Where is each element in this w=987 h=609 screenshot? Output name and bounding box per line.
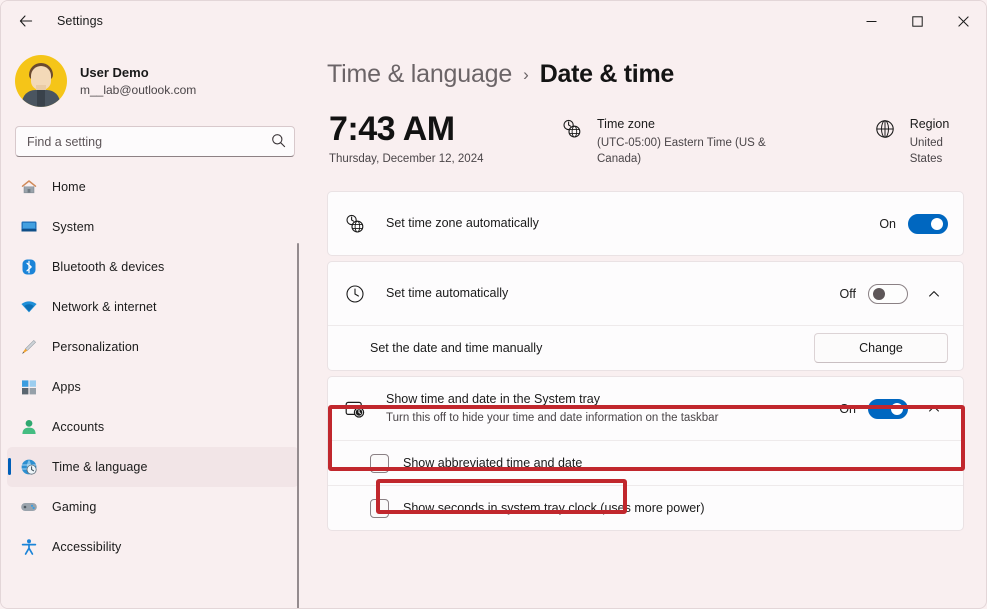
sidebar-item-label: Home	[52, 180, 86, 194]
settings-cards: Set time zone automatically On Set time …	[327, 191, 964, 531]
sidebar: User Demo m__lab@outlook.com Find a sett…	[1, 41, 309, 608]
toggle-state-label: On	[839, 401, 856, 416]
row-set-time-auto[interactable]: Set time automatically Off	[328, 262, 963, 325]
toggle-set-time-auto[interactable]	[868, 283, 908, 304]
row-title: Set time automatically	[386, 286, 509, 300]
sidebar-item-personalization[interactable]: Personalization	[7, 327, 299, 367]
row-title: Set time zone automatically	[386, 216, 539, 230]
brush-icon	[19, 337, 39, 357]
timezone-value: (UTC-05:00) Eastern Time (US & Canada)	[597, 137, 766, 165]
toggle-state-label: Off	[839, 286, 856, 301]
sidebar-item-accessibility[interactable]: Accessibility	[7, 527, 299, 567]
clock-globe-icon	[19, 457, 39, 477]
row-set-date-time-manually: Set the date and time manually Change	[328, 325, 963, 370]
globe-icon	[874, 116, 896, 145]
card-set-time-auto: Set time automatically Off Set the date …	[327, 261, 964, 371]
accessibility-icon	[19, 537, 39, 557]
sidebar-item-label: Network & internet	[52, 300, 157, 314]
account-email: m__lab@outlook.com	[80, 83, 197, 97]
timezone-summary: Time zone (UTC-05:00) Eastern Time (US &…	[561, 108, 778, 167]
clock-icon	[344, 283, 366, 305]
search-container	[15, 126, 295, 157]
close-icon	[957, 15, 969, 27]
account-name: User Demo	[80, 65, 149, 80]
checkbox-label: Show seconds in system tray clock (uses …	[403, 501, 705, 515]
apps-icon	[19, 377, 39, 397]
timezone-title: Time zone	[597, 117, 655, 131]
back-button[interactable]	[9, 5, 43, 37]
checkbox-label: Show abbreviated time and date	[403, 456, 583, 470]
account-block[interactable]: User Demo m__lab@outlook.com	[1, 41, 309, 113]
sidebar-item-system[interactable]: System	[7, 207, 299, 247]
back-arrow-icon	[19, 15, 33, 27]
home-icon	[19, 177, 39, 197]
taskbar-clock-icon	[344, 398, 366, 420]
region-summary: Region United States	[874, 108, 964, 167]
row-show-seconds-system-tray: Show seconds in system tray clock (uses …	[328, 485, 963, 530]
sidebar-item-label: Accounts	[52, 420, 105, 434]
window-body: User Demo m__lab@outlook.com Find a sett…	[1, 41, 986, 608]
search-input[interactable]	[15, 126, 295, 157]
card-set-timezone-auto: Set time zone automatically On	[327, 191, 964, 256]
current-date: Thursday, December 12, 2024	[329, 153, 484, 165]
clock-globe-icon	[344, 213, 366, 235]
sidebar-nav: Home System Bluetooth & devices Network …	[1, 167, 309, 608]
row-show-time-system-tray[interactable]: Show time and date in the System tray Tu…	[328, 377, 963, 440]
sidebar-item-accounts[interactable]: Accounts	[7, 407, 299, 447]
sidebar-item-network[interactable]: Network & internet	[7, 287, 299, 327]
minimize-button[interactable]	[848, 1, 894, 41]
breadcrumb-separator: ›	[523, 64, 529, 84]
row-subtitle: Turn this off to hide your time and date…	[386, 412, 719, 424]
checkbox-show-seconds-system-tray[interactable]	[370, 498, 389, 518]
close-button[interactable]	[940, 1, 986, 41]
sidebar-item-label: Bluetooth & devices	[52, 260, 165, 274]
sidebar-item-label: Accessibility	[52, 540, 122, 554]
row-show-abbreviated-time-date: Show abbreviated time and date	[328, 440, 963, 485]
sidebar-item-time-language[interactable]: Time & language	[7, 447, 299, 487]
title-bar: Settings	[1, 1, 986, 41]
chevron-up-icon[interactable]	[920, 280, 948, 308]
sidebar-scrollbar[interactable]	[297, 243, 299, 608]
toggle-show-time-system-tray[interactable]	[868, 398, 908, 419]
main-content: Time & language › Date & time 7:43 AM Th…	[309, 41, 986, 608]
sidebar-item-apps[interactable]: Apps	[7, 367, 299, 407]
row-title: Set the date and time manually	[370, 340, 543, 355]
toggle-state-label: On	[879, 216, 896, 231]
minimize-icon	[866, 20, 876, 22]
sidebar-item-bluetooth[interactable]: Bluetooth & devices	[7, 247, 299, 287]
maximize-icon	[911, 15, 923, 27]
change-button[interactable]: Change	[814, 333, 948, 363]
region-value: United States	[909, 137, 943, 165]
settings-window: Settings User Demo m__lab@outlook.com Fi…	[0, 0, 987, 609]
sidebar-item-gaming[interactable]: Gaming	[7, 487, 299, 527]
sidebar-item-label: Apps	[52, 380, 81, 394]
checkbox-show-abbreviated-time-date[interactable]	[370, 453, 389, 473]
card-show-time-system-tray: Show time and date in the System tray Tu…	[327, 376, 964, 531]
sidebar-item-home[interactable]: Home	[7, 167, 299, 207]
bluetooth-icon	[19, 257, 39, 277]
row-title: Show time and date in the System tray	[386, 392, 600, 406]
sidebar-item-label: Gaming	[52, 500, 97, 514]
system-icon	[19, 217, 39, 237]
avatar	[15, 55, 67, 107]
app-title: Settings	[57, 14, 103, 28]
window-controls	[848, 1, 986, 41]
network-icon	[19, 297, 39, 317]
region-title: Region	[909, 117, 950, 131]
chevron-up-icon[interactable]	[920, 395, 948, 423]
toggle-set-timezone-auto[interactable]	[908, 213, 948, 234]
sidebar-item-label: Time & language	[52, 460, 148, 474]
datetime-summary: 7:43 AM Thursday, December 12, 2024 Time…	[327, 108, 964, 167]
gamepad-icon	[19, 497, 39, 517]
clock-globe-icon	[561, 116, 583, 145]
maximize-button[interactable]	[894, 1, 940, 41]
sidebar-item-label: System	[52, 220, 95, 234]
row-set-timezone-auto[interactable]: Set time zone automatically On	[328, 192, 963, 255]
accounts-icon	[19, 417, 39, 437]
breadcrumb-parent[interactable]: Time & language	[327, 60, 512, 89]
breadcrumb: Time & language › Date & time	[327, 60, 964, 89]
sidebar-item-label: Personalization	[52, 340, 139, 354]
page-title: Date & time	[539, 60, 675, 88]
current-time: 7:43 AM	[329, 110, 455, 148]
